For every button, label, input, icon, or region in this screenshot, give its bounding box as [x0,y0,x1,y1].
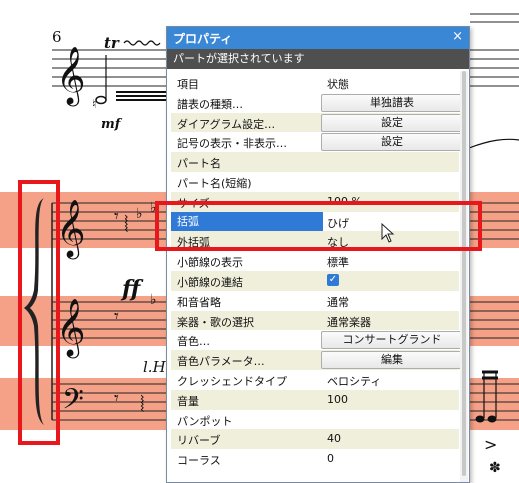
property-label: 外括弧 [177,236,210,250]
svg-text:𝄾: 𝄾 [114,206,119,227]
property-row-crescendo-type[interactable]: クレッシェンドタイプ ベロシティ [171,370,459,390]
property-row-instrument[interactable]: 楽器・歌の選択 通常楽器 [171,310,459,331]
chord-omit-value[interactable]: 通常 [327,294,349,310]
measure-number: 6 [52,28,62,46]
property-label: パート名(短縮) [177,176,252,190]
property-row-reverb[interactable]: リバーブ 40 [171,429,459,450]
property-label: 音色パラメータ… [177,355,265,369]
property-label: パンポット [177,414,233,428]
bass-clef: 𝄢 [62,383,84,423]
panel-title: プロパティ [173,32,233,46]
symbol-visibility-button[interactable]: 設定 [321,133,463,152]
staff-type-button[interactable]: 単独譜表 [321,93,463,112]
svg-text:♮: ♮ [92,97,96,111]
property-label: リバーブ [177,434,221,448]
svg-text:𝄾: 𝄾 [114,306,119,327]
tone-params-button[interactable]: 編集 [321,351,463,370]
property-row-part-name-short[interactable]: パート名(短縮) [171,172,459,192]
property-label: 括弧 [171,211,323,231]
property-list: 項目 状態 譜表の種類… 単独譜表 ダイアグラム設定… 設定 記号の表示・非表示… [171,73,463,469]
property-label: 楽器・歌の選択 [177,315,254,329]
property-row-barline-display[interactable]: 小節線の表示 標準 [171,251,459,271]
property-row-bracket[interactable]: 括弧 ひげ [171,211,459,232]
property-row-chorus[interactable]: コーラス 0 [171,449,459,469]
property-row-outer-bracket[interactable]: 外括弧 なし [171,231,459,252]
property-label: パート名 [177,157,221,171]
treble-clef-1: 𝄞 [56,199,86,260]
diagram-settings-button[interactable]: 設定 [321,113,463,132]
property-row-size[interactable]: サイズ 100 % [171,191,459,212]
property-row-symbol-visibility[interactable]: 記号の表示・非表示… 設定 [171,132,463,152]
property-label: 小節線の表示 [177,256,243,270]
chorus-value[interactable]: 0 [327,452,334,465]
svg-text:♭: ♭ [150,200,157,216]
property-label: ダイアグラム設定… [177,117,276,131]
header-item: 項目 [177,78,199,91]
scrollbar-thumb[interactable] [462,71,466,476]
property-row-part-name[interactable]: パート名 [171,152,459,172]
treble-clef-2: 𝄞 [56,298,86,359]
size-value[interactable]: 100 % [327,195,362,208]
instrument-value[interactable]: 通常楽器 [327,314,371,330]
property-row-tone-params[interactable]: 音色パラメータ… 編集 [171,350,463,370]
panel-scrollbar[interactable] [460,71,468,482]
svg-text:⦚: ⦚ [140,393,145,418]
trill-wave [123,40,161,46]
property-label: クレッシェンドタイプ [177,374,287,388]
close-icon[interactable]: × [452,29,463,44]
svg-text:♭: ♭ [150,292,157,308]
barline-display-value[interactable]: 標準 [327,254,349,270]
crescendo-type-value[interactable]: ベロシティ [327,373,381,389]
properties-panel: プロパティ × パートが選択されています 項目 状態 譜表の種類… 単独譜表 ダ… [166,26,470,483]
svg-text:𝄾: 𝄾 [114,388,119,409]
property-row-staff-type[interactable]: 譜表の種類… 単独譜表 [171,93,463,113]
header-state: 状態 [327,78,349,91]
svg-text:⦚: ⦚ [124,213,129,238]
tone-button[interactable]: コンサートグランド [321,331,463,350]
mouse-cursor-icon [381,223,395,243]
panel-titlebar[interactable]: プロパティ × [167,27,469,49]
property-label: 譜表の種類… [177,97,243,111]
property-label: サイズ [177,196,210,210]
property-label: コーラス [177,454,221,468]
svg-text:♭: ♭ [136,206,143,222]
property-label: 音量 [177,394,199,408]
note-group-top: ♮ [92,55,166,111]
property-label: 小節線の連結 [177,275,243,289]
lh-mark: l.H [143,358,167,376]
property-row-tone[interactable]: 音色… コンサートグランド [171,330,463,350]
property-label: 和音省略 [177,295,221,309]
treble-clef-top: 𝄞 [56,46,86,107]
property-row-pan[interactable]: パンポット [171,410,459,430]
outer-bracket-value[interactable]: なし [327,234,349,250]
barline-connect-checkbox[interactable]: ✓ [327,273,339,286]
panel-subtitle: パートが選択されています [167,49,469,69]
trill-mark: tr [104,34,120,52]
property-row-chord-omit[interactable]: 和音省略 通常 [171,291,459,311]
property-row-diagram[interactable]: ダイアグラム設定… 設定 [171,112,463,133]
property-label: 記号の表示・非表示… [177,137,287,151]
bracket-value[interactable]: ひげ [327,215,349,231]
reverb-value[interactable]: 40 [327,432,341,445]
property-header: 項目 状態 [171,73,459,93]
property-row-volume[interactable]: 音量 100 [171,389,459,410]
volume-value[interactable]: 100 [327,393,348,406]
property-label: 音色… [177,335,210,349]
svg-text:✽: ✽ [489,460,501,476]
svg-text:>: > [484,435,497,454]
dynamic-mf: mf [101,117,123,132]
property-row-barline-connect[interactable]: 小節線の連結 ✓ [171,270,459,291]
